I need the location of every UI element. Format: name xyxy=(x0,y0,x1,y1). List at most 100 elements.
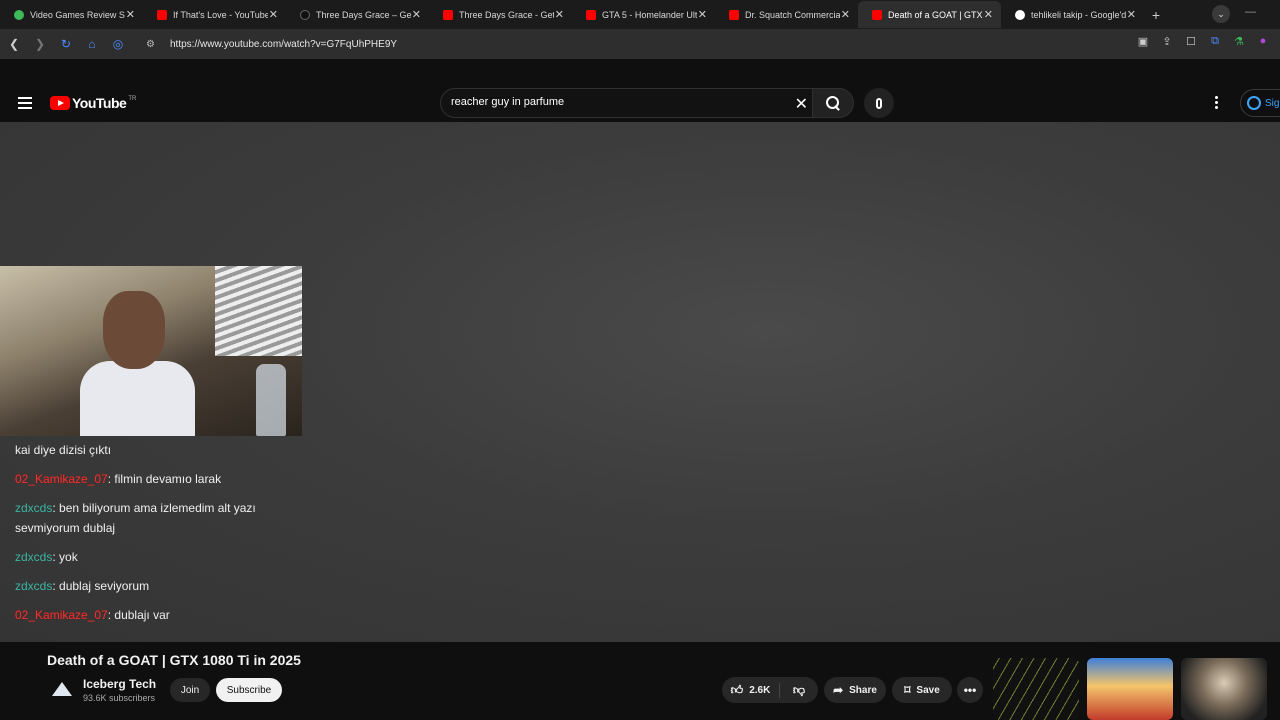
youtube-favicon-icon xyxy=(157,9,167,20)
chat-text: : yok xyxy=(52,550,78,564)
microphone-icon xyxy=(876,97,882,109)
browser-tab[interactable]: tehlikeli takip - Google'da ✕ xyxy=(1001,1,1144,28)
site-settings-icon[interactable]: ⚙ xyxy=(146,39,160,50)
related-videos xyxy=(993,658,1267,720)
chat-username: zdxcds xyxy=(15,550,53,564)
menu-hamburger-icon[interactable] xyxy=(18,97,32,109)
more-actions-button[interactable]: ••• xyxy=(957,677,983,703)
browser-tab[interactable]: Dr. Squatch Commercial ✕ xyxy=(715,1,858,28)
account-circle-icon xyxy=(1247,96,1261,110)
save-label: Save xyxy=(916,684,940,696)
share-arrow-icon: ➦ xyxy=(833,683,844,697)
youtube-favicon-icon xyxy=(729,9,739,20)
labs-flask-icon[interactable]: ⚗ xyxy=(1232,35,1246,48)
chat-message: zdxcds: dublaj seviyorum xyxy=(15,576,295,596)
youtube-play-logo-icon xyxy=(50,96,70,110)
bookmark-icon[interactable]: ☐ xyxy=(1184,35,1198,48)
region-code: TR xyxy=(128,96,137,102)
tab-close-icon[interactable]: ✕ xyxy=(269,8,278,21)
like-button[interactable]: 👍︎ 2.6K xyxy=(722,682,780,698)
tab-close-icon[interactable]: ✕ xyxy=(1127,8,1136,21)
related-video-thumbnail[interactable] xyxy=(993,658,1079,720)
browser-tab[interactable]: Video Games Review Sco ✕ xyxy=(0,1,143,28)
chat-text: : dublajı var xyxy=(107,608,170,622)
share-page-icon[interactable]: ⇪ xyxy=(1160,35,1174,48)
install-app-icon[interactable]: ▣ xyxy=(1136,35,1150,48)
tab-close-icon[interactable]: ✕ xyxy=(412,8,421,21)
tab-close-icon[interactable]: ✕ xyxy=(126,8,135,21)
water-bottle xyxy=(256,364,286,436)
page-spacer xyxy=(0,59,1280,84)
youtube-favicon-icon xyxy=(872,9,882,20)
tab-close-icon[interactable]: ✕ xyxy=(555,8,564,21)
join-button[interactable]: Join xyxy=(170,678,210,702)
url-text: https://www.youtube.com/watch?v=G7FqUhPH… xyxy=(170,38,398,50)
forward-arrow-icon[interactable]: ❯ xyxy=(28,32,52,56)
browser-tab[interactable]: Three Days Grace – Get O✕ xyxy=(286,1,429,28)
clear-search-icon[interactable]: ✕ xyxy=(795,94,808,114)
channel-avatar[interactable] xyxy=(50,678,74,702)
tab-title: Video Games Review Sco xyxy=(30,9,125,20)
related-video-thumbnail[interactable] xyxy=(1087,658,1173,720)
settings-kebab-icon[interactable] xyxy=(1215,96,1219,111)
search-button[interactable] xyxy=(812,88,854,118)
window-blind xyxy=(215,266,302,356)
tab-favicon-icon xyxy=(300,9,310,20)
url-field[interactable]: ⚙ https://www.youtube.com/watch?v=G7FqUh… xyxy=(146,33,1196,55)
search-icon xyxy=(826,96,840,110)
related-video-thumbnail[interactable] xyxy=(1181,658,1267,720)
tab-favicon-icon xyxy=(14,9,24,20)
back-arrow-icon[interactable]: ❮ xyxy=(2,32,26,56)
streamer-figure xyxy=(80,291,195,436)
chat-text: : dublaj seviyorum xyxy=(52,579,150,593)
browser-address-bar: ❮ ❯ ↻ ⌂ ◎ ⚙ https://www.youtube.com/watc… xyxy=(0,29,1280,59)
like-count: 2.6K xyxy=(749,684,771,696)
home-icon[interactable]: ⌂ xyxy=(80,32,104,56)
extensions-puzzle-icon[interactable]: ⧉ xyxy=(1208,35,1222,48)
video-player[interactable]: kai diye dizisi çıktı 02_Kamikaze_07: fi… xyxy=(0,122,1280,642)
tab-close-icon[interactable]: ✕ xyxy=(984,8,993,21)
browser-tab-active[interactable]: Death of a GOAT | GTX 10✕ xyxy=(858,1,1001,28)
search-input[interactable] xyxy=(451,96,781,108)
share-button[interactable]: ➦ Share xyxy=(824,677,886,703)
chat-username: 02_Kamikaze_07 xyxy=(15,608,108,622)
subscriber-count: 93.6K subscribers xyxy=(83,693,156,703)
chat-message: zdxcds: ben biliyorum ama izlemedim alt … xyxy=(15,498,295,538)
sign-in-button[interactable]: Sig xyxy=(1240,89,1280,117)
stream-chat-overlay: kai diye dizisi çıktı 02_Kamikaze_07: fi… xyxy=(15,440,295,634)
tab-search-chevron-icon[interactable]: ⌄ xyxy=(1212,5,1230,23)
search-box: ✕ xyxy=(440,88,812,118)
new-tab-button[interactable]: + xyxy=(1144,7,1168,23)
more-horizontal-icon: ••• xyxy=(963,683,977,697)
chat-text: kai diye dizisi çıktı xyxy=(15,443,112,457)
extension-icon[interactable]: ◎ xyxy=(106,32,130,56)
minimize-window-icon[interactable]: — xyxy=(1245,6,1256,18)
browser-tab[interactable]: If That's Love - YouTube ✕ xyxy=(143,1,286,28)
like-dislike-group: 👍︎ 2.6K 👎︎ xyxy=(722,677,818,703)
google-favicon-icon xyxy=(1015,9,1025,20)
channel-name[interactable]: Iceberg Tech xyxy=(83,677,156,691)
streamer-webcam xyxy=(0,266,302,436)
youtube-favicon-icon xyxy=(586,9,596,20)
youtube-masthead: YouTube TR ✕ Sig xyxy=(0,84,1280,122)
video-title: Death of a GOAT | GTX 1080 Ti in 2025 xyxy=(47,652,301,668)
subscribe-button[interactable]: Subscribe xyxy=(216,678,282,702)
tab-title: Three Days Grace - Get O xyxy=(459,9,554,20)
chat-username: zdxcds xyxy=(15,579,53,593)
tab-close-icon[interactable]: ✕ xyxy=(841,8,850,21)
chat-text: : filmin devamıo larak xyxy=(107,472,222,486)
chat-message: 02_Kamikaze_07: filmin devamıo larak xyxy=(15,469,295,489)
browser-tab[interactable]: GTA 5 - Homelander Ultra ✕ xyxy=(572,1,715,28)
youtube-logo[interactable]: YouTube TR xyxy=(50,95,136,111)
dislike-button[interactable]: 👎︎ xyxy=(780,683,818,698)
save-button[interactable]: ⌑ Save xyxy=(892,677,952,703)
youtube-logo-text: YouTube xyxy=(72,95,127,111)
tab-title: If That's Love - YouTube xyxy=(173,9,268,20)
browser-tab[interactable]: Three Days Grace - Get O ✕ xyxy=(429,1,572,28)
browser-tab-strip: Video Games Review Sco ✕ If That's Love -… xyxy=(0,0,1280,29)
tab-close-icon[interactable]: ✕ xyxy=(698,8,707,21)
reload-icon[interactable]: ↻ xyxy=(54,32,78,56)
profile-icon[interactable]: ● xyxy=(1256,35,1270,48)
thumbs-down-icon: 👎︎ xyxy=(792,682,806,697)
voice-search-button[interactable] xyxy=(864,88,894,118)
